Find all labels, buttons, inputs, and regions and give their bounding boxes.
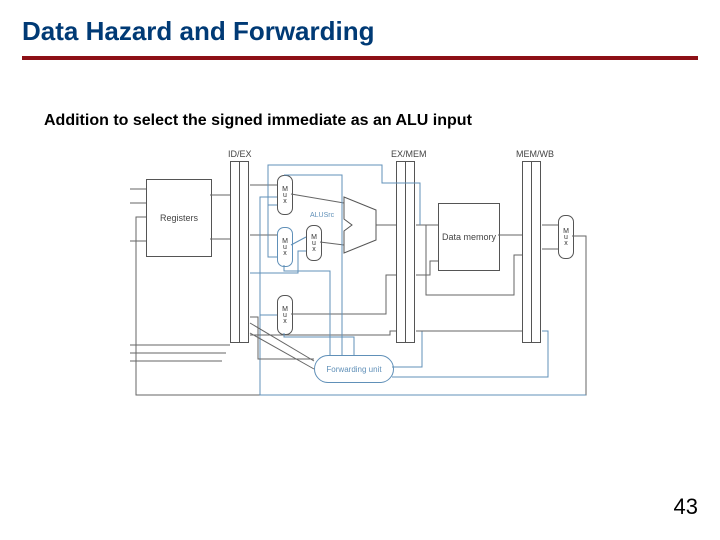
mux-b-outer: Mux — [277, 227, 293, 267]
label-id-ex: ID/EX — [228, 149, 252, 159]
mux-b-inner: Mux — [306, 225, 322, 261]
page-number: 43 — [674, 494, 698, 520]
block-registers: Registers — [146, 179, 212, 257]
label-alusrc: ALUSrc — [310, 212, 334, 219]
block-data-memory: Data memory — [438, 203, 500, 271]
label-ex-mem: EX/MEM — [391, 149, 427, 159]
title-underline — [22, 56, 698, 60]
mux-a: Mux — [277, 175, 293, 215]
pipeline-diagram: ID/EX EX/MEM MEM/WB Registers ALU ALUSrc… — [130, 145, 600, 415]
label-alu: ALU — [354, 219, 372, 229]
slide-subtitle: Addition to select the signed immediate … — [44, 112, 472, 130]
pipe-id-ex — [230, 161, 250, 341]
pipe-mem-wb — [522, 161, 542, 341]
pipe-ex-mem — [396, 161, 416, 341]
mux-wb: Mux — [558, 215, 574, 259]
block-forwarding-unit: Forwarding unit — [314, 355, 394, 383]
slide-title: Data Hazard and Forwarding — [22, 16, 375, 47]
label-mem-wb: MEM/WB — [516, 149, 554, 159]
mux-c: Mux — [277, 295, 293, 335]
